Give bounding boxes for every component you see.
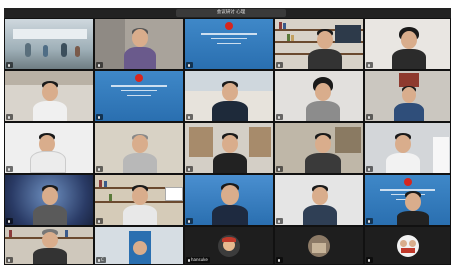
- microphone-icon: [278, 167, 280, 171]
- microphone-icon: [8, 219, 10, 223]
- participant-tile[interactable]: [94, 18, 184, 70]
- participant-name: hansuke: [186, 257, 210, 263]
- microphone-icon: [188, 219, 190, 223]
- video-conference-window: 会议研讨 心理 C hansuke: [4, 8, 451, 265]
- participant-name: [366, 218, 373, 224]
- participant-tile[interactable]: [274, 226, 364, 265]
- participant-name: C: [96, 257, 106, 263]
- microphone-icon: [188, 63, 190, 67]
- avatar: [396, 234, 419, 257]
- participant-name: [186, 62, 193, 68]
- participant-name: [6, 166, 13, 172]
- microphone-icon: [368, 115, 370, 119]
- participant-name: [186, 114, 193, 120]
- participant-tile[interactable]: [274, 122, 364, 174]
- microphone-icon: [368, 63, 370, 67]
- meeting-title: 会议研讨 心理: [176, 9, 286, 17]
- microphone-icon: [278, 115, 280, 119]
- participant-tile[interactable]: [364, 174, 451, 226]
- participant-tile[interactable]: [4, 122, 94, 174]
- participant-name: [366, 166, 373, 172]
- participant-tile[interactable]: C: [94, 226, 184, 265]
- microphone-icon: [98, 115, 100, 119]
- participant-name: [96, 62, 103, 68]
- microphone-icon: [368, 219, 370, 223]
- participant-name: [186, 218, 193, 224]
- microphone-icon: [188, 167, 190, 171]
- presentation-slide: [185, 19, 273, 69]
- participant-name: [366, 257, 373, 263]
- microphone-icon: [188, 115, 190, 119]
- participant-name: [276, 166, 283, 172]
- microphone-icon: [98, 258, 100, 262]
- participant-name: [6, 62, 13, 68]
- participant-name: [186, 166, 193, 172]
- participant-tile[interactable]: [4, 174, 94, 226]
- participant-name: [6, 257, 13, 263]
- participant-name: [366, 62, 373, 68]
- participant-tile[interactable]: [4, 18, 94, 70]
- participant-tile[interactable]: [364, 122, 451, 174]
- participant-name: [6, 218, 13, 224]
- participant-tile[interactable]: [184, 70, 274, 122]
- participant-tile[interactable]: hansuke: [184, 226, 274, 265]
- participant-tile[interactable]: [4, 226, 94, 265]
- participant-name: [6, 114, 13, 120]
- participant-name: [276, 257, 283, 263]
- participant-tile[interactable]: [274, 174, 364, 226]
- participant-name: [276, 62, 283, 68]
- participant-tile[interactable]: [274, 18, 364, 70]
- participant-tile[interactable]: [94, 70, 184, 122]
- participant-tile[interactable]: [184, 18, 274, 70]
- participant-tile[interactable]: [4, 70, 94, 122]
- microphone-icon: [8, 63, 10, 67]
- microphone-icon: [188, 258, 190, 262]
- presentation-slide: [95, 71, 183, 121]
- participant-tile[interactable]: [364, 18, 451, 70]
- microphone-icon: [8, 258, 10, 262]
- microphone-icon: [368, 167, 370, 171]
- microphone-icon: [278, 258, 280, 262]
- participant-name: [96, 218, 103, 224]
- participant-tile[interactable]: [94, 122, 184, 174]
- participant-name: [96, 114, 103, 120]
- participant-tile[interactable]: [274, 70, 364, 122]
- participant-tile[interactable]: [184, 174, 274, 226]
- participant-tile[interactable]: [364, 226, 451, 265]
- participant-tile[interactable]: [94, 174, 184, 226]
- microphone-icon: [278, 63, 280, 67]
- meeting-title-bar: 会议研讨 心理: [4, 8, 451, 18]
- participant-tile[interactable]: [364, 70, 451, 122]
- participant-name: [276, 114, 283, 120]
- microphone-icon: [278, 219, 280, 223]
- microphone-icon: [98, 167, 100, 171]
- participant-name: [96, 166, 103, 172]
- microphone-icon: [8, 167, 10, 171]
- microphone-icon: [8, 115, 10, 119]
- avatar: [308, 234, 330, 257]
- microphone-icon: [368, 258, 370, 262]
- participant-name: [276, 218, 283, 224]
- microphone-icon: [98, 63, 100, 67]
- participant-tile[interactable]: [184, 122, 274, 174]
- participant-name: [366, 114, 373, 120]
- avatar: [218, 234, 240, 257]
- microphone-icon: [98, 219, 100, 223]
